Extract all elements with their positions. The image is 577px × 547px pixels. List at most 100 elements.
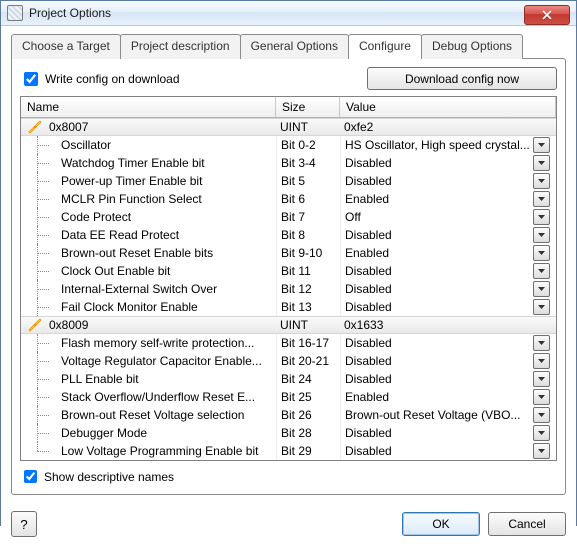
config-name: Data EE Read Protect	[61, 226, 179, 244]
value-dropdown-button[interactable]	[533, 353, 550, 369]
value-dropdown-button[interactable]	[533, 425, 550, 441]
config-row[interactable]: Code ProtectBit 7Off	[21, 208, 556, 226]
tab-choose-a-target[interactable]: Choose a Target	[11, 34, 121, 59]
config-name: Internal-External Switch Over	[61, 280, 217, 298]
value-dropdown-button[interactable]	[533, 335, 550, 351]
config-row[interactable]: Voltage Regulator Capacitor Enable...Bit…	[21, 352, 556, 370]
config-row[interactable]: Power-up Timer Enable bit Bit 5 Disabled	[21, 172, 556, 190]
config-row[interactable]: MCLR Pin Function SelectBit 6Enabled	[21, 190, 556, 208]
close-button[interactable]	[524, 5, 570, 25]
client-area: Choose a TargetProject descriptionGenera…	[1, 26, 576, 505]
write-config-checkbox-label[interactable]: Write config on download	[20, 69, 367, 89]
config-size: Bit 29	[276, 442, 340, 460]
tree-guide	[25, 370, 59, 388]
close-icon	[542, 10, 552, 20]
download-config-button[interactable]: Download config now	[367, 67, 557, 90]
tab-configure[interactable]: Configure	[348, 34, 422, 59]
value-dropdown-button[interactable]	[533, 137, 550, 153]
config-row[interactable]: Clock Out Enable bitBit 11Disabled	[21, 262, 556, 280]
config-name: Code Protect	[61, 208, 131, 226]
config-row[interactable]: Low Voltage Programming Enable bitBit 29…	[21, 442, 556, 460]
tree-guide	[25, 334, 59, 352]
app-icon	[7, 5, 23, 21]
config-value: Disabled	[345, 226, 533, 244]
config-row[interactable]: Flash memory self-write protection...Bit…	[21, 334, 556, 352]
config-row[interactable]: Stack Overflow/Underflow Reset E...Bit 2…	[21, 388, 556, 406]
config-value: Disabled	[345, 262, 533, 280]
dialog-footer: ? OK Cancel	[1, 505, 576, 547]
config-value: Disabled	[345, 370, 533, 388]
group-row[interactable]: 0x8007UINT0xfe2	[21, 118, 556, 136]
group-name: 0x8009	[49, 316, 88, 334]
config-row[interactable]: Brown-out Reset Voltage selectionBit 26B…	[21, 406, 556, 424]
config-value: Disabled	[345, 298, 533, 316]
value-dropdown-button[interactable]	[533, 191, 550, 207]
config-row[interactable]: Fail Clock Monitor EnableBit 13Disabled	[21, 298, 556, 316]
config-row[interactable]: Internal-External Switch OverBit 12Disab…	[21, 280, 556, 298]
col-header-size[interactable]: Size	[276, 97, 340, 117]
config-size: Bit 16-17	[276, 334, 340, 352]
value-dropdown-button[interactable]	[533, 227, 550, 243]
table-body[interactable]: 0x8007UINT0xfe2OscillatorBit 0-2HS Oscil…	[21, 118, 556, 460]
write-config-checkbox[interactable]	[24, 72, 38, 86]
config-size: Bit 3-4	[276, 154, 340, 172]
tree-guide	[25, 352, 59, 370]
tab-project-description[interactable]: Project description	[120, 34, 241, 59]
col-header-name[interactable]: Name	[21, 97, 276, 117]
config-name: Oscillator	[61, 136, 111, 154]
config-value: Disabled	[345, 172, 533, 190]
tab-strip: Choose a TargetProject descriptionGenera…	[11, 34, 566, 59]
table-header: Name Size Value	[21, 97, 556, 118]
value-dropdown-button[interactable]	[533, 245, 550, 261]
config-row[interactable]: Watchdog Timer Enable bitBit 3-4Disabled	[21, 154, 556, 172]
value-dropdown-button[interactable]	[533, 281, 550, 297]
tree-guide	[25, 424, 59, 442]
help-button[interactable]: ?	[11, 511, 37, 537]
config-name: PLL Enable bit	[61, 370, 139, 388]
tab-general-options[interactable]: General Options	[240, 34, 349, 59]
tree-guide	[25, 154, 59, 172]
config-row[interactable]: Debugger ModeBit 28Disabled	[21, 424, 556, 442]
config-value: Enabled	[345, 244, 533, 262]
col-header-value[interactable]: Value	[340, 97, 556, 117]
config-size: Bit 20-21	[276, 352, 340, 370]
group-value: 0x1633	[344, 316, 552, 334]
cancel-button[interactable]: Cancel	[488, 512, 566, 536]
config-size: Bit 25	[276, 388, 340, 406]
value-dropdown-button[interactable]	[533, 389, 550, 405]
tree-guide	[25, 442, 59, 460]
config-size: Bit 5	[276, 172, 340, 190]
config-name: MCLR Pin Function Select	[61, 190, 202, 208]
config-name: Brown-out Reset Voltage selection	[61, 406, 244, 424]
config-row[interactable]: Brown-out Reset Enable bitsBit 9-10Enabl…	[21, 244, 556, 262]
config-value: Disabled	[345, 442, 533, 460]
config-row[interactable]: PLL Enable bit Bit 24 Disabled	[21, 370, 556, 388]
tree-guide	[25, 244, 59, 262]
config-name: Watchdog Timer Enable bit	[61, 154, 205, 172]
ok-button[interactable]: OK	[402, 512, 480, 536]
tree-guide	[25, 406, 59, 424]
show-descriptive-checkbox[interactable]	[24, 470, 37, 483]
config-value: Disabled	[345, 424, 533, 442]
value-dropdown-button[interactable]	[533, 407, 550, 423]
value-dropdown-button[interactable]	[533, 263, 550, 279]
value-dropdown-button[interactable]	[533, 299, 550, 315]
config-size: Bit 28	[276, 424, 340, 442]
config-size: Bit 13	[276, 298, 340, 316]
show-descriptive-checkbox-label[interactable]: Show descriptive names	[20, 467, 557, 486]
config-table: Name Size Value 0x8007UINT0xfe2Oscillato…	[20, 96, 557, 461]
value-dropdown-button[interactable]	[533, 443, 550, 459]
config-row[interactable]: OscillatorBit 0-2HS Oscillator, High spe…	[21, 136, 556, 154]
group-row[interactable]: 0x8009UINT0x1633	[21, 316, 556, 334]
config-name: Power-up Timer Enable bit	[61, 172, 202, 190]
tree-guide	[25, 172, 59, 190]
value-dropdown-button[interactable]	[533, 209, 550, 225]
value-dropdown-button[interactable]	[533, 155, 550, 171]
value-dropdown-button[interactable]	[533, 173, 550, 189]
value-dropdown-button[interactable]	[533, 371, 550, 387]
tree-guide	[25, 226, 59, 244]
tab-debug-options[interactable]: Debug Options	[421, 34, 523, 59]
config-size: Bit 24	[276, 370, 340, 388]
config-row[interactable]: Data EE Read ProtectBit 8Disabled	[21, 226, 556, 244]
config-value: Disabled	[345, 280, 533, 298]
